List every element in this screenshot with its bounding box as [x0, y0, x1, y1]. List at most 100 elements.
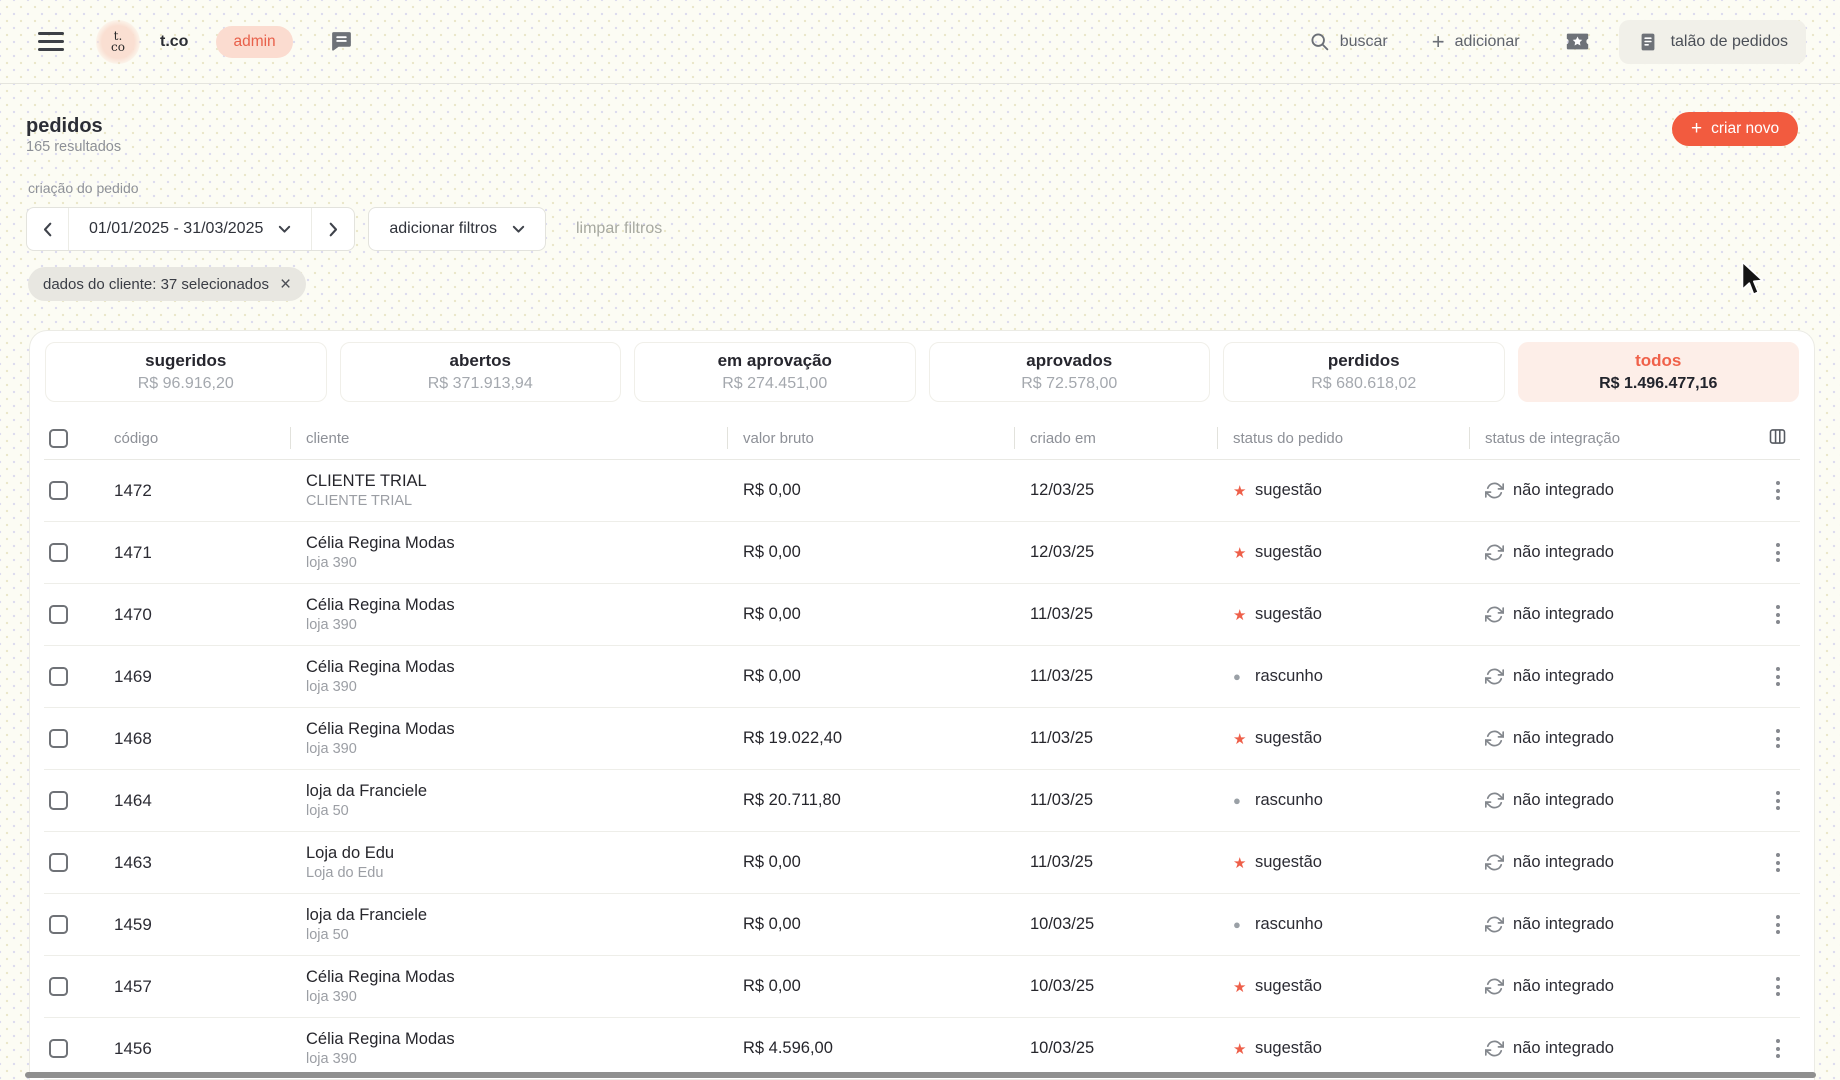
- column-header-valor-bruto[interactable]: valor bruto: [727, 430, 1014, 447]
- chip-close-icon[interactable]: ×: [280, 275, 291, 294]
- row-menu-icon[interactable]: [1768, 477, 1788, 504]
- row-checkbox[interactable]: [49, 605, 68, 624]
- integration-status-label: não integrado: [1513, 853, 1614, 872]
- integration-status-label: não integrado: [1513, 481, 1614, 500]
- client-store: loja 50: [306, 926, 727, 944]
- row-checkbox[interactable]: [49, 791, 68, 810]
- table-row[interactable]: 1459 loja da Franciele loja 50 R$ 0,00 1…: [44, 894, 1800, 956]
- date-filter-section-label: criação do pedido: [28, 180, 139, 196]
- columns-settings-icon[interactable]: [1767, 426, 1788, 450]
- client-name: Loja do Edu: [306, 843, 727, 864]
- orders-panel: sugeridos R$ 96.916,20 abertos R$ 371.91…: [29, 330, 1815, 1080]
- create-new-button[interactable]: + criar novo: [1672, 112, 1798, 146]
- created-date: 11/03/25: [1014, 729, 1217, 748]
- row-menu-icon[interactable]: [1768, 973, 1788, 1000]
- row-menu-icon[interactable]: [1768, 1035, 1788, 1062]
- row-checkbox[interactable]: [49, 543, 68, 562]
- client-store: loja 50: [306, 802, 727, 820]
- status-card-aprovados[interactable]: aprovados R$ 72.578,00: [929, 342, 1211, 402]
- order-code: 1469: [90, 667, 290, 687]
- brand-logo[interactable]: t. co: [96, 20, 140, 64]
- status-card-em-aprovação[interactable]: em aprovação R$ 274.451,00: [634, 342, 916, 402]
- chat-icon[interactable]: [329, 29, 354, 54]
- draft-dot-icon: ●: [1233, 669, 1255, 684]
- row-menu-icon[interactable]: [1768, 849, 1788, 876]
- sync-icon: [1485, 853, 1504, 872]
- add-filters-label: adicionar filtros: [389, 220, 497, 238]
- row-checkbox[interactable]: [49, 915, 68, 934]
- row-checkbox[interactable]: [49, 481, 68, 500]
- row-checkbox[interactable]: [49, 667, 68, 686]
- status-card-label: em aprovação: [718, 351, 832, 371]
- table-row[interactable]: 1464 loja da Franciele loja 50 R$ 20.711…: [44, 770, 1800, 832]
- table-row[interactable]: 1469 Célia Regina Modas loja 390 R$ 0,00…: [44, 646, 1800, 708]
- column-header-codigo[interactable]: código: [90, 430, 290, 447]
- next-period-button[interactable]: [312, 208, 354, 250]
- active-filter-chip[interactable]: dados do cliente: 37 selecionados ×: [28, 267, 306, 301]
- column-header-criado-em[interactable]: criado em: [1014, 430, 1217, 447]
- row-menu-icon[interactable]: [1768, 725, 1788, 752]
- created-date: 10/03/25: [1014, 1039, 1217, 1058]
- status-card-perdidos[interactable]: perdidos R$ 680.618,02: [1223, 342, 1505, 402]
- order-code: 1468: [90, 729, 290, 749]
- gross-value: R$ 0,00: [727, 667, 1014, 686]
- gross-value: R$ 4.596,00: [727, 1039, 1014, 1058]
- menu-icon[interactable]: [38, 32, 64, 51]
- create-new-label: criar novo: [1711, 120, 1779, 138]
- filter-row: 01/01/2025 - 31/03/2025 adicionar filtro…: [26, 207, 662, 251]
- table-row[interactable]: 1468 Célia Regina Modas loja 390 R$ 19.0…: [44, 708, 1800, 770]
- table-row[interactable]: 1472 CLIENTE TRIAL CLIENTE TRIAL R$ 0,00…: [44, 460, 1800, 522]
- order-code: 1464: [90, 791, 290, 811]
- gross-value: R$ 0,00: [727, 853, 1014, 872]
- order-status-label: rascunho: [1255, 915, 1323, 934]
- table-row[interactable]: 1463 Loja do Edu Loja do Edu R$ 0,00 11/…: [44, 832, 1800, 894]
- status-card-label: aprovados: [1026, 351, 1112, 371]
- status-card-label: abertos: [450, 351, 511, 371]
- ticket-star-icon[interactable]: [1564, 28, 1591, 55]
- row-menu-icon[interactable]: [1768, 787, 1788, 814]
- order-pad-button[interactable]: talão de pedidos: [1619, 20, 1806, 64]
- row-checkbox[interactable]: [49, 977, 68, 996]
- table-row[interactable]: 1457 Célia Regina Modas loja 390 R$ 0,00…: [44, 956, 1800, 1018]
- client-store: loja 390: [306, 988, 727, 1006]
- order-status-label: sugestão: [1255, 977, 1322, 996]
- date-range-value: 01/01/2025 - 31/03/2025: [89, 220, 263, 238]
- created-date: 12/03/25: [1014, 543, 1217, 562]
- notepad-icon: [1637, 31, 1659, 53]
- sync-icon: [1485, 915, 1504, 934]
- add-button[interactable]: + adicionar: [1432, 31, 1520, 53]
- add-filters-dropdown[interactable]: adicionar filtros: [368, 207, 546, 251]
- row-menu-icon[interactable]: [1768, 601, 1788, 628]
- search-button[interactable]: buscar: [1309, 31, 1388, 52]
- topbar: t. co t.co admin buscar + adicionar: [0, 0, 1840, 84]
- row-menu-icon[interactable]: [1768, 911, 1788, 938]
- status-card-sugeridos[interactable]: sugeridos R$ 96.916,20: [45, 342, 327, 402]
- column-header-status-pedido[interactable]: status do pedido: [1217, 430, 1469, 447]
- column-header-cliente[interactable]: cliente: [290, 430, 727, 447]
- row-checkbox[interactable]: [49, 729, 68, 748]
- row-menu-icon[interactable]: [1768, 663, 1788, 690]
- row-checkbox[interactable]: [49, 1039, 68, 1058]
- admin-badge: admin: [216, 26, 292, 58]
- row-checkbox[interactable]: [49, 853, 68, 872]
- integration-status-label: não integrado: [1513, 543, 1614, 562]
- sync-icon: [1485, 605, 1504, 624]
- table-row[interactable]: 1456 Célia Regina Modas loja 390 R$ 4.59…: [44, 1018, 1800, 1080]
- previous-period-button[interactable]: [27, 208, 69, 250]
- client-name: Célia Regina Modas: [306, 595, 727, 616]
- horizontal-scrollbar[interactable]: [25, 1072, 1816, 1078]
- date-range-dropdown[interactable]: 01/01/2025 - 31/03/2025: [69, 208, 312, 250]
- status-card-value: R$ 96.916,20: [138, 375, 234, 393]
- select-all-checkbox[interactable]: [49, 429, 68, 448]
- column-header-status-integracao[interactable]: status de integração: [1469, 430, 1740, 447]
- status-card-abertos[interactable]: abertos R$ 371.913,94: [340, 342, 622, 402]
- date-range-control: 01/01/2025 - 31/03/2025: [26, 207, 355, 251]
- table-row[interactable]: 1471 Célia Regina Modas loja 390 R$ 0,00…: [44, 522, 1800, 584]
- suggestion-star-icon: ★: [1233, 1040, 1255, 1058]
- order-status-label: sugestão: [1255, 853, 1322, 872]
- row-menu-icon[interactable]: [1768, 539, 1788, 566]
- status-card-todos[interactable]: todos R$ 1.496.477,16: [1518, 342, 1800, 402]
- clear-filters-link[interactable]: limpar filtros: [576, 220, 662, 238]
- client-store: loja 390: [306, 554, 727, 572]
- table-row[interactable]: 1470 Célia Regina Modas loja 390 R$ 0,00…: [44, 584, 1800, 646]
